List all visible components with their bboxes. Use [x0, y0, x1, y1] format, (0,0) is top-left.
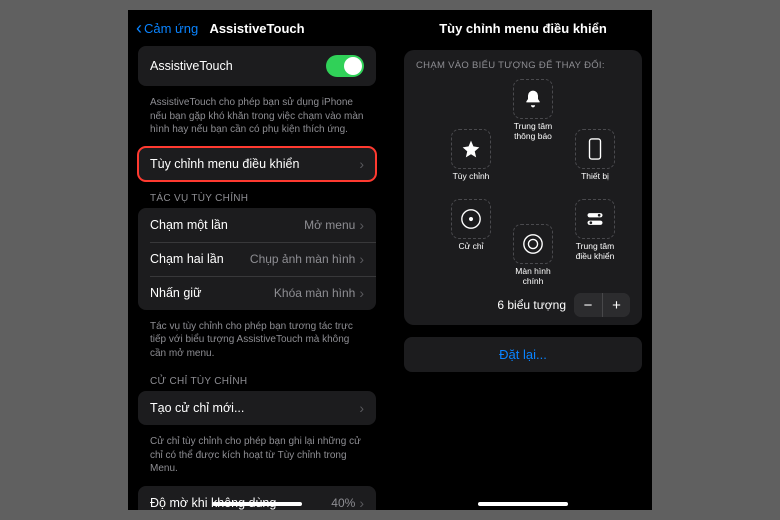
gestures-description: Cử chỉ tùy chỉnh cho phép bạn ghi lại nh…: [138, 431, 376, 486]
create-gesture-label: Tạo cử chỉ mới...: [150, 401, 244, 415]
icon-count-stepper: − +: [574, 293, 630, 317]
page-title: AssistiveTouch: [209, 21, 304, 36]
right-phone: Tùy chỉnh menu điều khiển CHẠM VÀO BIỂU …: [394, 10, 652, 510]
icon-label: Tùy chỉnh: [453, 172, 490, 182]
icon-label: Cử chỉ: [458, 242, 483, 252]
icon-item-control[interactable]: Trung tâm điều khiển: [566, 199, 624, 262]
long-press-label: Nhấn giữ: [150, 286, 201, 300]
icon-item-custom[interactable]: Tùy chỉnh: [442, 129, 500, 182]
section-custom-actions: TÁC VỤ TÙY CHỈNH: [138, 187, 376, 208]
icon-grid: Trung tâm thông báo Tùy chỉnh Thiết bị: [412, 79, 634, 289]
icon-item-device[interactable]: Thiết bị: [566, 129, 624, 182]
page-title: Tùy chỉnh menu điều khiển: [439, 21, 607, 36]
stepper-plus-button[interactable]: +: [602, 293, 630, 317]
toggle-description: AssistiveTouch cho phép bạn sử dụng iPho…: [138, 92, 376, 147]
chevron-right-icon: ›: [359, 495, 364, 511]
nav-bar: Tùy chỉnh menu điều khiển: [394, 10, 652, 46]
icon-grid-card: CHẠM VÀO BIỂU TƯỢNG ĐỂ THAY ĐỔI: Trung t…: [404, 50, 642, 325]
customize-label: Tùy chỉnh menu điều khiển: [150, 157, 299, 171]
single-tap-row[interactable]: Chạm một lần Mở menu ›: [138, 208, 376, 242]
custom-actions-card: Chạm một lần Mở menu › Chạm hai lần Chụp …: [138, 208, 376, 310]
chevron-left-icon: ‹: [136, 19, 142, 37]
home-icon: [513, 224, 553, 264]
icon-count-row: 6 biểu tượng − +: [412, 289, 634, 317]
chevron-right-icon: ›: [359, 251, 364, 267]
gestures-card: Tạo cử chỉ mới... ›: [138, 391, 376, 425]
back-button[interactable]: ‹ Cảm ứng: [136, 19, 198, 37]
single-tap-value: Mở menu: [304, 218, 355, 232]
stepper-minus-button[interactable]: −: [574, 293, 602, 317]
control-center-icon: [575, 199, 615, 239]
home-indicator[interactable]: [212, 502, 302, 506]
section-gestures: CỬ CHỈ TÙY CHỈNH: [138, 370, 376, 391]
icon-item-home[interactable]: Màn hình chính: [504, 224, 562, 287]
create-gesture-row[interactable]: Tạo cử chỉ mới... ›: [138, 391, 376, 425]
icon-label: Trung tâm điều khiển: [576, 242, 615, 262]
chevron-right-icon: ›: [359, 217, 364, 233]
double-tap-row[interactable]: Chạm hai lần Chụp ảnh màn hình ›: [138, 242, 376, 276]
reset-label: Đặt lại...: [499, 347, 547, 362]
left-phone: ‹ Cảm ứng AssistiveTouch AssistiveTouch …: [128, 10, 386, 510]
reset-button[interactable]: Đặt lại...: [404, 337, 642, 372]
chevron-right-icon: ›: [359, 400, 364, 416]
idle-opacity-value: 40%: [331, 496, 355, 510]
grid-header: CHẠM VÀO BIỂU TƯỢNG ĐỂ THAY ĐỔI:: [412, 60, 634, 79]
double-tap-value: Chụp ảnh màn hình: [250, 252, 355, 266]
single-tap-label: Chạm một lần: [150, 218, 228, 232]
star-icon: [451, 129, 491, 169]
nav-bar: ‹ Cảm ứng AssistiveTouch: [128, 10, 386, 46]
chevron-right-icon: ›: [359, 156, 364, 172]
double-tap-label: Chạm hai lần: [150, 252, 224, 266]
toggle-label: AssistiveTouch: [150, 59, 233, 73]
icon-item-notification[interactable]: Trung tâm thông báo: [504, 79, 562, 142]
back-label: Cảm ứng: [144, 21, 198, 36]
chevron-right-icon: ›: [359, 285, 364, 301]
assistivetouch-toggle[interactable]: [326, 55, 364, 77]
icon-item-gestures[interactable]: Cử chỉ: [442, 199, 500, 252]
idle-opacity-card: Độ mờ khi không dùng 40%›: [138, 486, 376, 511]
icon-label: Thiết bị: [581, 172, 609, 182]
bell-icon: [513, 79, 553, 119]
gestures-icon: [451, 199, 491, 239]
icon-count-label: 6 biểu tượng: [497, 298, 566, 312]
customize-menu-row[interactable]: Tùy chỉnh menu điều khiển ›: [138, 147, 376, 181]
assistivetouch-toggle-row[interactable]: AssistiveTouch: [138, 46, 376, 86]
custom-actions-description: Tác vụ tùy chỉnh cho phép bạn tương tác …: [138, 316, 376, 371]
long-press-value: Khóa màn hình: [274, 286, 355, 300]
home-indicator[interactable]: [478, 502, 568, 506]
device-icon: [575, 129, 615, 169]
icon-label: Trung tâm thông báo: [514, 122, 552, 142]
icon-label: Màn hình chính: [504, 267, 562, 287]
idle-opacity-row[interactable]: Độ mờ khi không dùng 40%›: [138, 486, 376, 511]
toggle-card: AssistiveTouch: [138, 46, 376, 86]
long-press-row[interactable]: Nhấn giữ Khóa màn hình ›: [138, 276, 376, 310]
